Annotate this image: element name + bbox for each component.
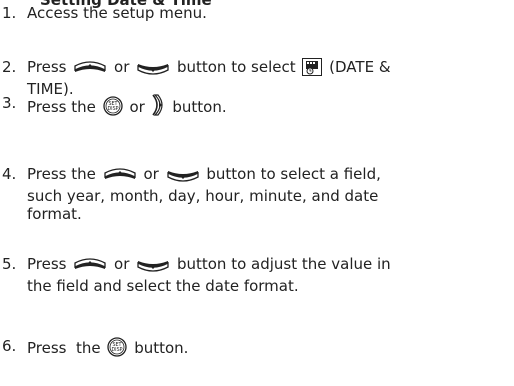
step-text: Press the bbox=[27, 339, 101, 357]
step-number: 2. bbox=[2, 58, 17, 76]
step-text: the field and select the date format. bbox=[27, 277, 299, 295]
right-arrow-button-icon bbox=[151, 94, 166, 120]
step-text: format. bbox=[27, 205, 82, 223]
svg-text:DISP: DISP bbox=[107, 106, 118, 112]
step-text: button. bbox=[134, 339, 189, 357]
down-arrow-button-icon bbox=[166, 167, 200, 187]
step-text: Press bbox=[27, 255, 67, 273]
date-time-menu-icon bbox=[302, 58, 323, 80]
step-1: 1. Access the setup menu. bbox=[0, 4, 505, 22]
set-disp-button-icon: SET DISP bbox=[107, 337, 128, 361]
step-text: Press the bbox=[27, 98, 96, 116]
step-text: Press bbox=[27, 58, 67, 76]
step-number: 3. bbox=[2, 94, 17, 112]
step-text: Access the setup menu. bbox=[27, 4, 207, 22]
up-arrow-button-icon bbox=[103, 167, 137, 187]
step-text: button to select bbox=[176, 58, 296, 76]
step-text: button to select a field, bbox=[206, 165, 381, 183]
step-number: 4. bbox=[2, 165, 17, 183]
up-arrow-button-icon bbox=[73, 257, 107, 277]
step-text: button to adjust the value in bbox=[176, 255, 391, 273]
svg-text:DISP: DISP bbox=[112, 347, 123, 353]
down-arrow-button-icon bbox=[136, 257, 170, 277]
set-disp-button-icon: SET DISP bbox=[103, 96, 123, 120]
step-text: button. bbox=[172, 98, 227, 116]
manual-page: Setting Date & Time 1. Access the setup … bbox=[0, 0, 514, 386]
up-arrow-button-icon bbox=[73, 60, 107, 80]
step-text: or bbox=[143, 165, 159, 183]
step-3: 3. Press the SET DISP or button. bbox=[0, 94, 505, 120]
step-text: Press the bbox=[27, 165, 96, 183]
step-4: 4. Press the or button to select a field… bbox=[0, 165, 505, 223]
step-5: 5. Press or button to adjust the value i… bbox=[0, 255, 505, 295]
step-text: such year, month, day, hour, minute, and… bbox=[27, 187, 379, 205]
step-2: 2. Press or button to select (DATE & TIM… bbox=[0, 58, 505, 98]
step-number: 1. bbox=[2, 4, 17, 22]
down-arrow-button-icon bbox=[136, 60, 170, 80]
step-number: 5. bbox=[2, 255, 17, 273]
step-text: or bbox=[129, 98, 145, 116]
step-number: 6. bbox=[2, 337, 17, 355]
step-text: or bbox=[114, 58, 130, 76]
step-text: or bbox=[114, 255, 130, 273]
step-text: (DATE & bbox=[329, 58, 391, 76]
step-6: 6. Press the SET DISP button. bbox=[0, 337, 505, 361]
